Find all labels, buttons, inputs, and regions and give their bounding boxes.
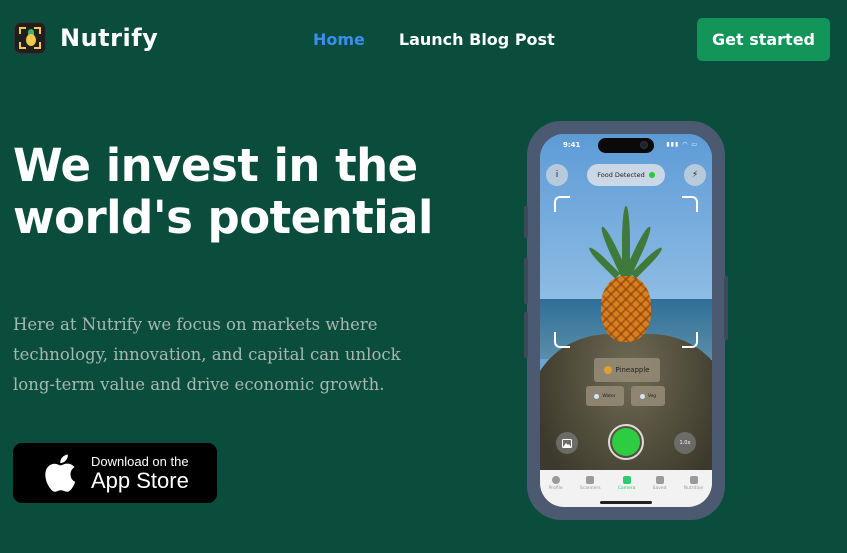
veg-icon <box>639 393 645 399</box>
nav-link-home[interactable]: Home <box>313 30 365 49</box>
phone-side-button <box>524 258 528 304</box>
food-detected-label: Food Detected <box>597 171 645 179</box>
tab-label: Saved <box>652 486 667 491</box>
detected-item-chip[interactable]: Pineapple <box>594 358 660 382</box>
phone-side-button <box>524 312 528 358</box>
app-store-big-label: App Store <box>91 467 189 493</box>
get-started-button[interactable]: Get started <box>697 18 830 61</box>
hero-description: Here at Nutrify we focus on markets wher… <box>13 315 401 394</box>
tab-label: Scanners <box>579 486 601 491</box>
tab-profile[interactable]: Profile <box>549 476 563 507</box>
flash-off-icon: ⚡ <box>691 170 699 180</box>
nav-link-blog[interactable]: Launch Blog Post <box>399 30 555 49</box>
top-nav: Nutrify Home Launch Blog Post Get starte… <box>0 0 847 80</box>
phone-side-button <box>724 276 728 340</box>
status-time: 9:41 <box>563 141 581 149</box>
bookmark-icon <box>655 476 664 484</box>
detected-item-label: Pineapple <box>615 366 650 374</box>
tab-saved[interactable]: Saved <box>653 476 667 507</box>
gallery-icon <box>562 438 572 448</box>
pineapple-image <box>601 276 651 342</box>
nutrient-chip-label: Veg <box>647 393 657 399</box>
info-icon: i <box>555 170 559 180</box>
nav-links: Home Launch Blog Post <box>313 30 555 49</box>
person-icon <box>551 476 560 484</box>
camera-icon <box>622 476 631 484</box>
phone-mockup: 9:41 ▮▮▮ ◠ ▭ i Food Detected ⚡ Pineapple… <box>524 121 728 520</box>
tab-label: Profile <box>548 486 563 491</box>
water-icon <box>594 393 600 399</box>
scan-frame-corner <box>554 332 570 348</box>
shutter-button[interactable] <box>608 424 644 460</box>
scan-frame-corner <box>554 196 570 212</box>
nutrient-chip[interactable]: Water <box>586 386 624 406</box>
hero-title: We invest in the world's potential <box>13 139 433 244</box>
scan-frame-corner <box>682 332 698 348</box>
tab-label: Camera <box>617 486 636 491</box>
nutrient-chip[interactable]: Veg <box>631 386 665 406</box>
nutrition-icon <box>689 476 698 484</box>
tab-nutrition[interactable]: Nutrition <box>683 476 704 507</box>
brand-name: Nutrify <box>60 24 159 52</box>
flash-button[interactable]: ⚡ <box>684 164 706 186</box>
gallery-button[interactable] <box>556 432 578 454</box>
scan-frame-corner <box>682 196 698 212</box>
app-store-text: Download on the App Store <box>91 454 189 493</box>
pineapple-icon <box>604 366 613 374</box>
tab-label: Nutrition <box>683 486 704 491</box>
detected-status-dot <box>648 172 655 178</box>
tab-scanners[interactable]: Scanners <box>580 476 601 507</box>
food-detected-pill: Food Detected <box>587 164 665 186</box>
front-camera <box>640 141 648 149</box>
app-store-button[interactable]: Download on the App Store <box>13 443 217 503</box>
shutter-inner <box>612 428 640 456</box>
home-indicator <box>600 501 652 504</box>
zoom-label: 1.0x <box>679 440 691 446</box>
apple-icon <box>45 454 76 492</box>
app-store-small-label: Download on the <box>91 453 189 469</box>
zoom-button[interactable]: 1.0x <box>674 432 696 454</box>
nutrient-chip-label: Water <box>602 393 616 399</box>
pineapple-logo-icon <box>14 22 46 54</box>
heart-icon <box>586 476 595 484</box>
brand-logo[interactable]: Nutrify <box>14 22 158 54</box>
status-icons: ▮▮▮ ◠ ▭ <box>666 141 698 148</box>
info-button[interactable]: i <box>546 164 568 186</box>
phone-side-button <box>524 206 528 238</box>
phone-screen: 9:41 ▮▮▮ ◠ ▭ i Food Detected ⚡ Pineapple… <box>540 134 712 507</box>
